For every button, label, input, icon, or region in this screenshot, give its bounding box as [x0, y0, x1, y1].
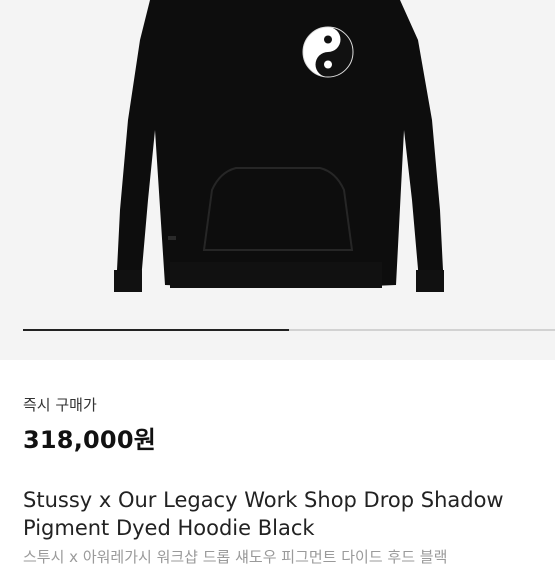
instant-buy-price-label: 즉시 구매가 — [23, 396, 97, 414]
product-title-en: Stussy x Our Legacy Work Shop Drop Shado… — [23, 488, 504, 540]
image-carousel-indicator — [23, 329, 555, 331]
carousel-progress-fill — [23, 329, 289, 331]
side-tag — [168, 236, 176, 240]
instant-buy-price: 318,000원 — [23, 426, 156, 454]
waistband — [170, 262, 382, 288]
hoodie-body — [116, 0, 444, 292]
yin-yang-icon — [302, 26, 354, 78]
product-title-ko: 스투시 x 아워레가시 워크샵 드롭 섀도우 피그먼트 다이드 후드 블랙 — [23, 548, 448, 566]
hoodie-illustration — [114, 0, 444, 292]
product-image[interactable] — [0, 0, 555, 360]
left-cuff — [114, 270, 142, 292]
right-cuff — [416, 270, 444, 292]
